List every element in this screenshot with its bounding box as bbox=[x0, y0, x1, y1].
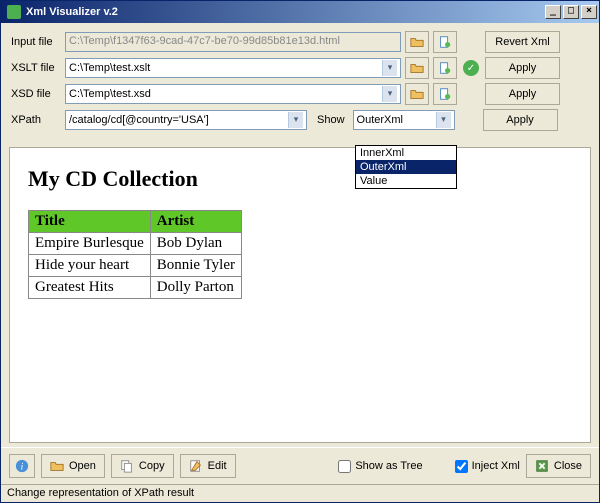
browse-input-file-button[interactable] bbox=[405, 31, 429, 53]
info-icon: i bbox=[15, 459, 29, 473]
label-xslt-file: XSLT file bbox=[9, 62, 61, 74]
close-button[interactable]: Close bbox=[526, 454, 591, 478]
folder-open-icon bbox=[50, 459, 64, 473]
col-artist: Artist bbox=[150, 211, 241, 233]
minimize-button[interactable]: _ bbox=[545, 5, 561, 19]
edit-label: Edit bbox=[208, 460, 227, 472]
app-icon bbox=[7, 5, 21, 19]
cell-artist: Dolly Parton bbox=[150, 277, 241, 299]
client-area: Input file C:\Temp\f1347f63-9cad-47c7-be… bbox=[1, 23, 599, 502]
table-row: Greatest Hits Dolly Parton bbox=[29, 277, 242, 299]
window-buttons: _ □ × bbox=[545, 5, 597, 19]
revert-xml-button[interactable]: Revert Xml bbox=[485, 31, 560, 53]
chevron-down-icon: ▾ bbox=[288, 112, 303, 128]
browse-xslt-button[interactable] bbox=[405, 57, 429, 79]
info-button[interactable]: i bbox=[9, 454, 35, 478]
table-header-row: Title Artist bbox=[29, 211, 242, 233]
row-xsd-file: XSD file C:\Temp\test.xsd ▾ Apply bbox=[9, 83, 591, 105]
app-window: Xml Visualizer v.2 _ □ × Input file C:\T… bbox=[0, 0, 600, 503]
table-row: Hide your heart Bonnie Tyler bbox=[29, 255, 242, 277]
col-title: Title bbox=[29, 211, 151, 233]
inject-xml-label: Inject Xml bbox=[472, 460, 520, 472]
edit-button[interactable]: Edit bbox=[180, 454, 236, 478]
xsd-file-field[interactable]: C:\Temp\test.xsd ▾ bbox=[65, 84, 401, 104]
clear-xslt-button[interactable] bbox=[433, 57, 457, 79]
folder-icon bbox=[410, 61, 424, 75]
show-as-tree-label: Show as Tree bbox=[355, 460, 422, 472]
apply-xsd-button[interactable]: Apply bbox=[485, 83, 560, 105]
folder-icon bbox=[410, 87, 424, 101]
label-show: Show bbox=[317, 114, 345, 126]
edit-icon bbox=[189, 459, 203, 473]
show-option-outerxml[interactable]: OuterXml bbox=[356, 160, 456, 174]
close-icon bbox=[535, 459, 549, 473]
clear-xsd-button[interactable] bbox=[433, 83, 457, 105]
xsd-file-value: C:\Temp\test.xsd bbox=[69, 88, 151, 100]
titlebar: Xml Visualizer v.2 _ □ × bbox=[1, 1, 599, 23]
apply-xpath-button[interactable]: Apply bbox=[483, 109, 558, 131]
cell-title: Empire Burlesque bbox=[29, 233, 151, 255]
copy-icon bbox=[120, 459, 134, 473]
copy-label: Copy bbox=[139, 460, 165, 472]
row-xpath: XPath /catalog/cd[@country='USA'] ▾ Show… bbox=[9, 109, 591, 131]
cell-artist: Bob Dylan bbox=[150, 233, 241, 255]
content-pane: My CD Collection Title Artist Empire Bur… bbox=[9, 147, 591, 443]
browse-xsd-button[interactable] bbox=[405, 83, 429, 105]
input-file-field[interactable]: C:\Temp\f1347f63-9cad-47c7-be70-99d85b81… bbox=[65, 32, 401, 52]
check-ok-icon: ✓ bbox=[463, 60, 479, 76]
cell-title: Hide your heart bbox=[29, 255, 151, 277]
svg-text:i: i bbox=[21, 462, 24, 473]
xpath-value: /catalog/cd[@country='USA'] bbox=[69, 114, 209, 126]
chevron-down-icon: ▾ bbox=[436, 112, 451, 128]
cd-table: Title Artist Empire Burlesque Bob Dylan … bbox=[28, 210, 242, 299]
open-button[interactable]: Open bbox=[41, 454, 105, 478]
row-xslt-file: XSLT file C:\Temp\test.xslt ▾ ✓ Apply bbox=[9, 57, 591, 79]
xslt-file-field[interactable]: C:\Temp\test.xslt ▾ bbox=[65, 58, 401, 78]
table-row: Empire Burlesque Bob Dylan bbox=[29, 233, 242, 255]
folder-icon bbox=[410, 35, 424, 49]
open-label: Open bbox=[69, 460, 96, 472]
input-file-value: C:\Temp\f1347f63-9cad-47c7-be70-99d85b81… bbox=[69, 35, 340, 47]
inject-xml-checkbox[interactable]: Inject Xml bbox=[455, 460, 520, 473]
status-text: Change representation of XPath result bbox=[7, 487, 194, 499]
show-dropdown-list[interactable]: InnerXml OuterXml Value bbox=[355, 145, 457, 189]
show-value: OuterXml bbox=[357, 114, 403, 126]
clear-input-file-button[interactable] bbox=[433, 31, 457, 53]
window-title: Xml Visualizer v.2 bbox=[26, 6, 545, 18]
close-window-button[interactable]: × bbox=[581, 5, 597, 19]
cell-title: Greatest Hits bbox=[29, 277, 151, 299]
page-new-icon bbox=[438, 35, 452, 49]
xslt-file-value: C:\Temp\test.xslt bbox=[69, 62, 150, 74]
show-option-value[interactable]: Value bbox=[356, 174, 456, 188]
document-heading: My CD Collection bbox=[28, 166, 572, 192]
form-area: Input file C:\Temp\f1347f63-9cad-47c7-be… bbox=[1, 23, 599, 143]
label-xpath: XPath bbox=[9, 114, 61, 126]
xpath-field[interactable]: /catalog/cd[@country='USA'] ▾ bbox=[65, 110, 307, 130]
maximize-button[interactable]: □ bbox=[563, 5, 579, 19]
statusbar: Change representation of XPath result bbox=[1, 484, 599, 502]
page-new-icon bbox=[438, 87, 452, 101]
show-dropdown[interactable]: OuterXml ▾ bbox=[353, 110, 455, 130]
copy-button[interactable]: Copy bbox=[111, 454, 174, 478]
label-input-file: Input file bbox=[9, 36, 61, 48]
close-label: Close bbox=[554, 460, 582, 472]
row-input-file: Input file C:\Temp\f1347f63-9cad-47c7-be… bbox=[9, 31, 591, 53]
inject-xml-input[interactable] bbox=[455, 460, 468, 473]
show-as-tree-input[interactable] bbox=[338, 460, 351, 473]
chevron-down-icon: ▾ bbox=[382, 86, 397, 102]
cell-artist: Bonnie Tyler bbox=[150, 255, 241, 277]
label-xsd-file: XSD file bbox=[9, 88, 61, 100]
show-as-tree-checkbox[interactable]: Show as Tree bbox=[338, 460, 422, 473]
page-new-icon bbox=[438, 61, 452, 75]
apply-xslt-button[interactable]: Apply bbox=[485, 57, 560, 79]
chevron-down-icon: ▾ bbox=[382, 60, 397, 76]
show-option-innerxml[interactable]: InnerXml bbox=[356, 146, 456, 160]
toolbar: i Open Copy Edit Show as Tree I bbox=[1, 447, 599, 484]
